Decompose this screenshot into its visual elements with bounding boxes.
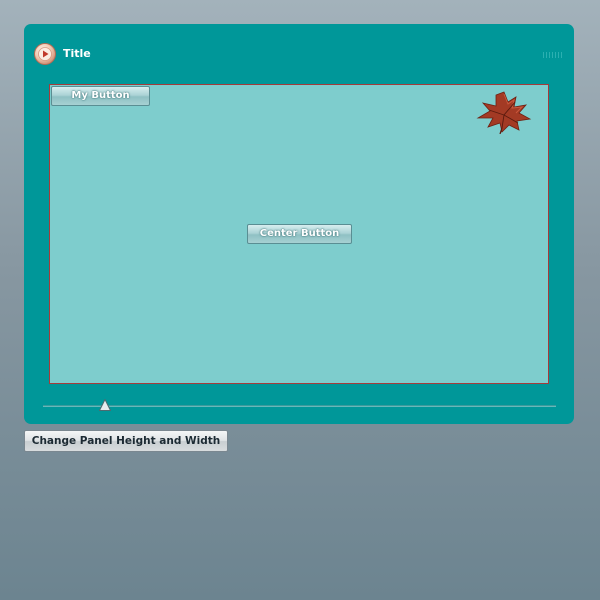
slider-thumb[interactable]: [99, 399, 111, 411]
maple-leaf-icon: [476, 91, 532, 134]
center-button[interactable]: Center Button: [247, 224, 352, 244]
panel-title: Title: [63, 47, 91, 60]
my-button[interactable]: My Button: [51, 86, 150, 106]
main-panel: Title My Button Center Button: [24, 24, 574, 424]
grip-icon[interactable]: [543, 52, 562, 58]
content-area: My Button Center Button: [49, 84, 549, 384]
slider-track[interactable]: [43, 405, 556, 407]
play-disc-icon: [34, 43, 56, 65]
change-panel-size-button[interactable]: Change Panel Height and Width: [24, 430, 228, 452]
